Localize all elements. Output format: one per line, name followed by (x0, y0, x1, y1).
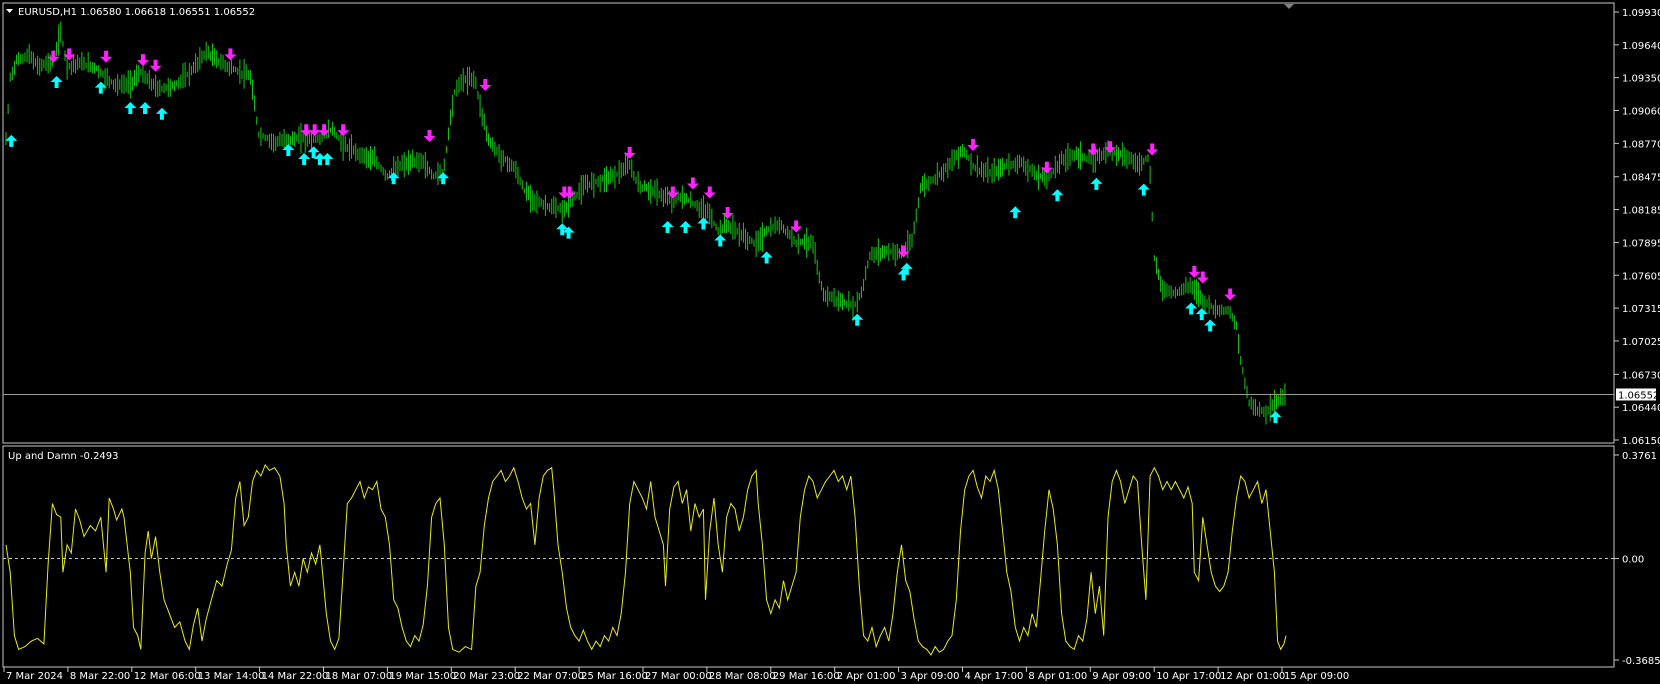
price-tick-label: 1.09640 (1622, 41, 1660, 52)
indicator-tick-label: 0.3761 (1622, 451, 1657, 462)
price-tick-label: 1.09930 (1622, 8, 1660, 19)
current-price-tag: 1.06552 (1616, 388, 1659, 401)
price-tick-label: 1.09060 (1622, 107, 1660, 118)
time-tick-label: 22 Mar 07:00 (517, 671, 584, 682)
time-tick-label: 13 Mar 14:00 (198, 671, 265, 682)
time-tick-label: 8 Mar 22:00 (70, 671, 130, 682)
indicator-tick-label: 0.00 (1622, 555, 1644, 566)
time-tick-label: 29 Mar 16:00 (773, 671, 840, 682)
price-tick-label: 1.07315 (1622, 304, 1660, 315)
price-tick-label: 1.08770 (1622, 139, 1660, 150)
price-tick-label: 1.08475 (1622, 173, 1660, 184)
time-tick-label: 8 Apr 01:00 (1028, 671, 1087, 682)
time-tick-label: 3 Apr 09:00 (901, 671, 960, 682)
time-tick-label: 18 Mar 07:00 (326, 671, 393, 682)
indicator-tick-label: -0.3685 (1622, 656, 1660, 667)
time-tick-label: 9 Apr 09:00 (1092, 671, 1151, 682)
time-tick-label: 27 Mar 00:00 (645, 671, 712, 682)
price-tick-label: 1.06730 (1622, 370, 1660, 381)
time-tick-label: 14 Mar 22:00 (262, 671, 329, 682)
time-tick-label: 19 Mar 15:00 (389, 671, 456, 682)
chart-root: 1.09930 1.09640 1.09350 1.09060 1.08770 1.084… (0, 0, 1660, 684)
time-tick-label: 12 Mar 06:00 (134, 671, 201, 682)
price-tick-label: 1.07895 (1622, 238, 1660, 249)
time-tick-label: 15 Apr 09:00 (1284, 671, 1349, 682)
current-price-label: 1.06552 (1618, 390, 1659, 401)
time-tick-label: 2 Apr 01:00 (837, 671, 896, 682)
time-tick-label: 28 Mar 08:00 (709, 671, 776, 682)
price-tick-label: 1.06150 (1622, 436, 1660, 447)
background (0, 0, 1660, 684)
price-tick-label: 1.08185 (1622, 206, 1660, 217)
time-tick-label: 4 Apr 17:00 (965, 671, 1024, 682)
price-tick-label: 1.07025 (1622, 337, 1660, 348)
time-tick-label: 10 Apr 17:00 (1156, 671, 1221, 682)
time-tick-label: 7 Mar 2024 (6, 671, 63, 682)
symbol-info: EURUSD,H1 1.06580 1.06618 1.06551 1.0655… (18, 7, 255, 18)
time-tick-label: 25 Mar 16:00 (581, 671, 648, 682)
price-tick-label: 1.07605 (1622, 271, 1660, 282)
time-tick-label: 12 Apr 01:00 (1220, 671, 1285, 682)
price-tick-label: 1.09350 (1622, 74, 1660, 85)
time-tick-label: 20 Mar 23:00 (453, 671, 520, 682)
indicator-label: Up and Damn -0.2493 (8, 451, 119, 462)
price-tick-label: 1.06440 (1622, 403, 1660, 414)
